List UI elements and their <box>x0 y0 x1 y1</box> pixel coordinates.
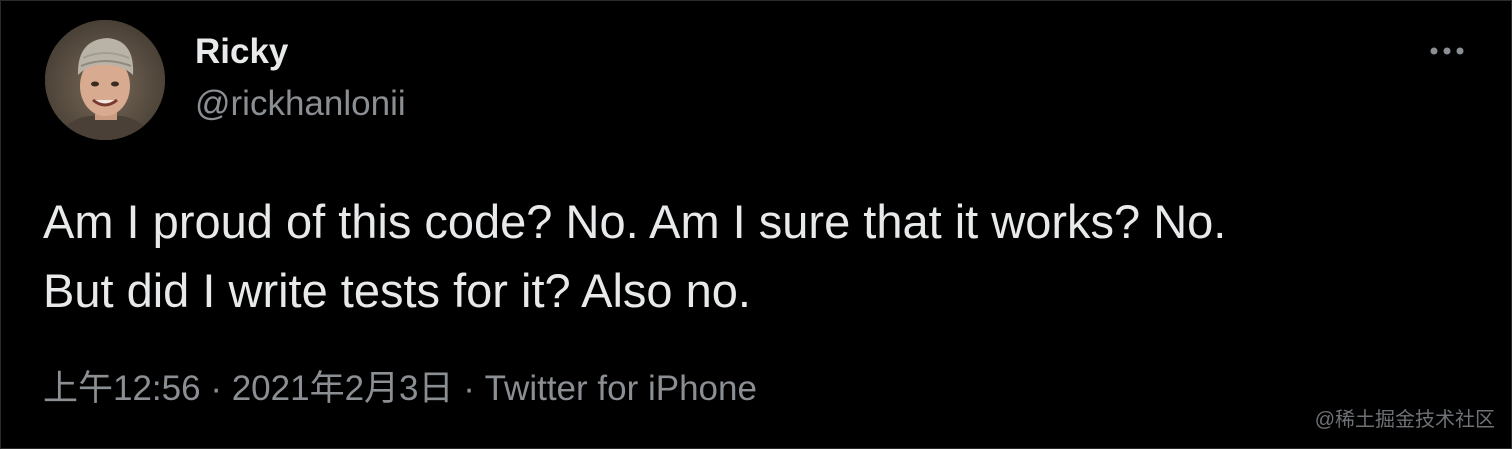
avatar-photo <box>45 20 165 140</box>
tweet-date[interactable]: 2021年2月3日 <box>232 369 454 408</box>
tweet-text: Am I proud of this code? No. Am I sure t… <box>43 195 1227 317</box>
author-name[interactable]: Ricky <box>195 31 288 73</box>
tweet-source[interactable]: Twitter for iPhone <box>485 369 757 408</box>
more-options-button[interactable] <box>1421 36 1473 66</box>
watermark: @稀土掘金技术社区 <box>1314 409 1495 431</box>
avatar[interactable] <box>45 20 165 140</box>
tweet-time[interactable]: 上午12:56 <box>43 369 201 408</box>
tweet-meta: 上午12:56 · 2021年2月3日 · Twitter for iPhone <box>43 367 757 411</box>
more-horizontal-icon <box>1430 47 1464 55</box>
tweet-card: Ricky @rickhanlonii Am I proud of this c… <box>0 0 1512 449</box>
author-handle[interactable]: @rickhanlonii <box>195 83 406 125</box>
meta-separator: · <box>200 369 232 408</box>
meta-separator: · <box>453 369 485 408</box>
